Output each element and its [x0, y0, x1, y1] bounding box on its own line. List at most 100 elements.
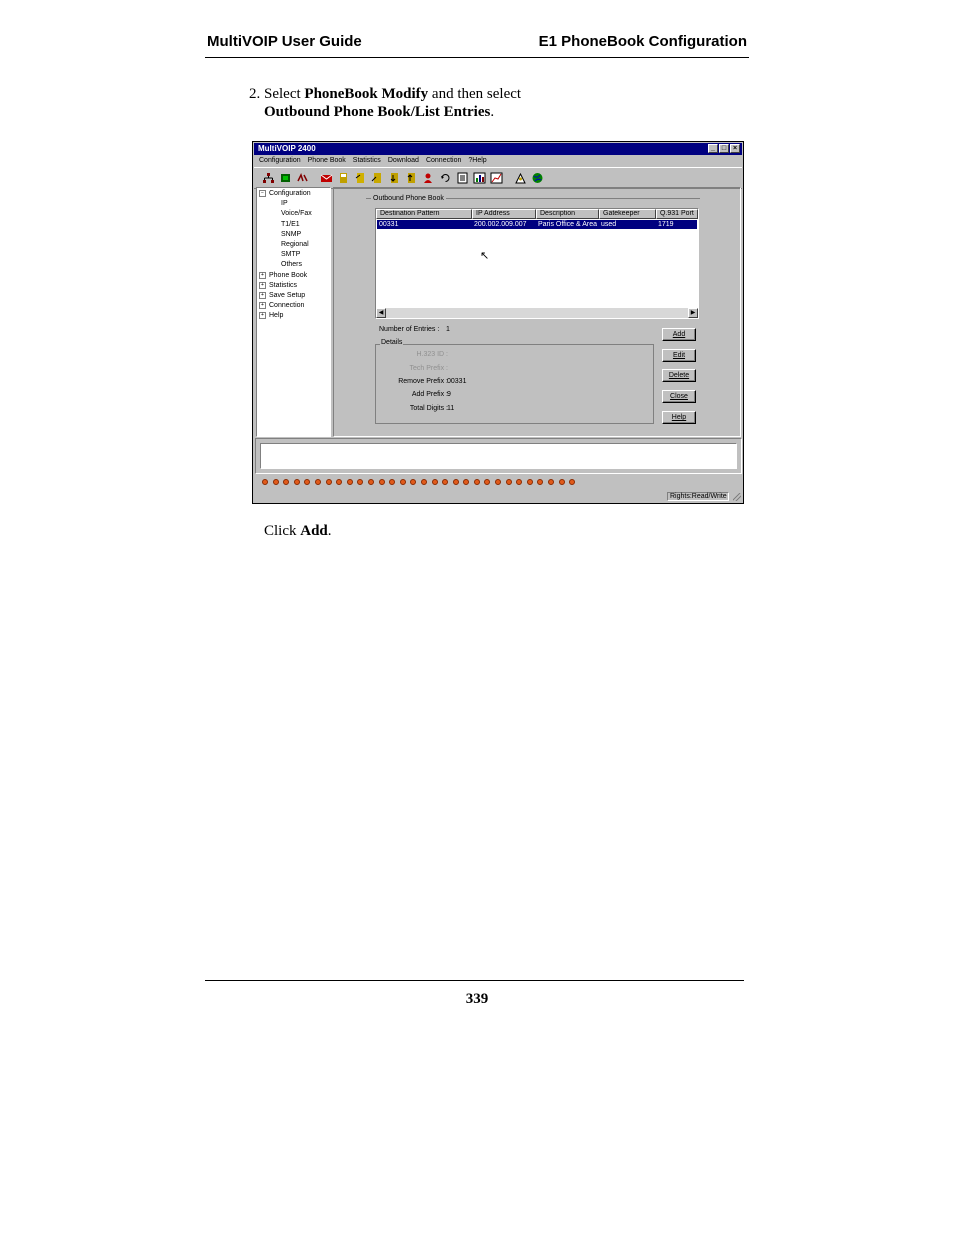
- expand-icon[interactable]: +: [259, 281, 266, 289]
- channel-led-icon: [346, 479, 353, 485]
- tree-item-phone-book[interactable]: + Phone Book: [259, 271, 328, 281]
- tree-item-configuration[interactable]: − Configuration: [259, 189, 328, 199]
- expand-icon[interactable]: +: [259, 271, 266, 279]
- tree-item-others[interactable]: Others: [259, 260, 328, 270]
- chip-icon[interactable]: [279, 172, 292, 184]
- user-arrow-icon[interactable]: [422, 172, 435, 184]
- phonebook-list[interactable]: Destination Pattern IP Address Descripti…: [375, 208, 699, 319]
- tree-item-connection[interactable]: + Connection: [259, 301, 328, 311]
- total-digits-value: 11: [447, 405, 455, 412]
- chart-icon[interactable]: [473, 172, 486, 184]
- channel-led-icon: [367, 479, 374, 485]
- tree-item-voice-fax[interactable]: Voice/Fax: [259, 209, 328, 219]
- window-titlebar: MultiVOIP 2400 _ □ ×: [254, 143, 742, 155]
- tree-item-regional[interactable]: Regional: [259, 240, 328, 250]
- table-row[interactable]: 00331 200.002.009.007 Paris Office & Are…: [377, 220, 697, 229]
- toolbar: [254, 167, 742, 189]
- column-gatekeeper[interactable]: Gatekeeper: [599, 209, 656, 219]
- cell-description: Paris Office & Area: [538, 221, 598, 228]
- expand-icon[interactable]: +: [259, 312, 266, 320]
- expand-icon[interactable]: +: [259, 292, 266, 300]
- network-icon[interactable]: [262, 172, 275, 184]
- remove-prefix-label: Remove Prefix :: [398, 378, 448, 385]
- menu-help[interactable]: ?Help: [468, 155, 486, 166]
- menu-statistics[interactable]: Statistics: [353, 155, 381, 166]
- list-header: Destination Pattern IP Address Descripti…: [376, 209, 698, 219]
- scroll-left-icon[interactable]: ◀: [376, 308, 386, 318]
- edit-button[interactable]: Edit: [662, 349, 696, 362]
- voice-icon[interactable]: [296, 172, 309, 184]
- tree-item-ip[interactable]: IP: [259, 199, 328, 209]
- channel-led-icon: [314, 479, 321, 485]
- horizontal-scrollbar[interactable]: ◀ ▶: [376, 308, 698, 318]
- add-button[interactable]: Add: [662, 328, 696, 341]
- menu-bar: Configuration Phone Book Statistics Down…: [254, 155, 742, 166]
- minimize-icon[interactable]: _: [708, 144, 718, 153]
- channel-led-icon: [569, 479, 576, 485]
- channel-led-icon: [484, 479, 491, 485]
- tree-item-statistics[interactable]: + Statistics: [259, 281, 328, 291]
- add-prefix-value: 9: [447, 391, 451, 398]
- menu-phone-book[interactable]: Phone Book: [308, 155, 346, 166]
- channel-led-icon: [473, 479, 480, 485]
- channel-led-icon: [452, 479, 459, 485]
- add-prefix-label: Add Prefix :: [411, 391, 448, 398]
- resize-grip-icon[interactable]: [733, 493, 741, 501]
- tree-item-save-setup[interactable]: + Save Setup: [259, 291, 328, 301]
- toolbar-separator: [507, 172, 510, 184]
- tree-item-smtp[interactable]: SMTP: [259, 250, 328, 260]
- details-title: Details: [380, 339, 404, 346]
- number-of-entries-value: 1: [446, 326, 450, 333]
- header-rule: [205, 57, 749, 58]
- channel-led-icon: [410, 479, 417, 485]
- book-icon[interactable]: [354, 172, 367, 184]
- column-destination[interactable]: Destination Pattern: [376, 209, 472, 219]
- collapse-icon[interactable]: −: [259, 190, 266, 197]
- maximize-icon[interactable]: □: [719, 144, 729, 153]
- mail-icon[interactable]: [320, 172, 333, 184]
- channel-led-icon: [420, 479, 427, 485]
- user-icon[interactable]: [514, 172, 527, 184]
- graph-icon[interactable]: [490, 172, 503, 184]
- channel-led-strip: [262, 479, 576, 485]
- tree-item-t1-e1[interactable]: T1/E1: [259, 220, 328, 230]
- help-button[interactable]: Help: [662, 411, 696, 424]
- cell-gatekeeper: used: [601, 221, 617, 228]
- navigation-tree: − Configuration IP Voice/Fax T1/E1 SNMP R…: [256, 187, 331, 437]
- book-icon[interactable]: [371, 172, 384, 184]
- channel-led-icon: [336, 479, 343, 485]
- channel-led-icon: [272, 479, 279, 485]
- menu-download[interactable]: Download: [388, 155, 419, 166]
- column-ip-address[interactable]: IP Address: [472, 209, 536, 219]
- close-button[interactable]: Close: [662, 390, 696, 403]
- book-icon[interactable]: [405, 172, 418, 184]
- number-of-entries: Number of Entries : 1: [379, 326, 450, 333]
- channel-led-icon: [516, 479, 523, 485]
- book-icon[interactable]: [337, 172, 350, 184]
- channel-led-icon: [262, 479, 268, 485]
- h323-id-label: H.323 ID :: [416, 351, 448, 358]
- total-digits-label: Total Digits :: [409, 405, 448, 412]
- delete-button[interactable]: Delete: [662, 369, 696, 382]
- column-description[interactable]: Description: [536, 209, 599, 219]
- book-icon[interactable]: [388, 172, 401, 184]
- cycle-icon[interactable]: [439, 172, 452, 184]
- tree-item-snmp[interactable]: SNMP: [259, 230, 328, 240]
- menu-configuration[interactable]: Configuration: [259, 155, 301, 166]
- tree-item-help[interactable]: + Help: [259, 311, 328, 321]
- expand-icon[interactable]: +: [259, 302, 266, 310]
- running-header-title: MultiVOIP User Guide: [207, 33, 362, 50]
- cell-destination: 00331: [379, 221, 399, 228]
- channel-led-icon: [463, 479, 470, 485]
- channel-led-icon: [526, 479, 533, 485]
- globe-icon[interactable]: [531, 172, 544, 184]
- channel-led-icon: [548, 479, 555, 485]
- column-q931-port[interactable]: Q.931 Port: [656, 209, 698, 219]
- phonebook-panel: Outbound Phone Book Destination Pattern …: [333, 187, 741, 437]
- scroll-right-icon[interactable]: ▶: [688, 308, 698, 318]
- menu-connection[interactable]: Connection: [426, 155, 461, 166]
- message-box: [260, 443, 737, 469]
- list-icon[interactable]: [456, 172, 469, 184]
- close-icon[interactable]: ×: [730, 144, 740, 153]
- channel-led-icon: [442, 479, 449, 485]
